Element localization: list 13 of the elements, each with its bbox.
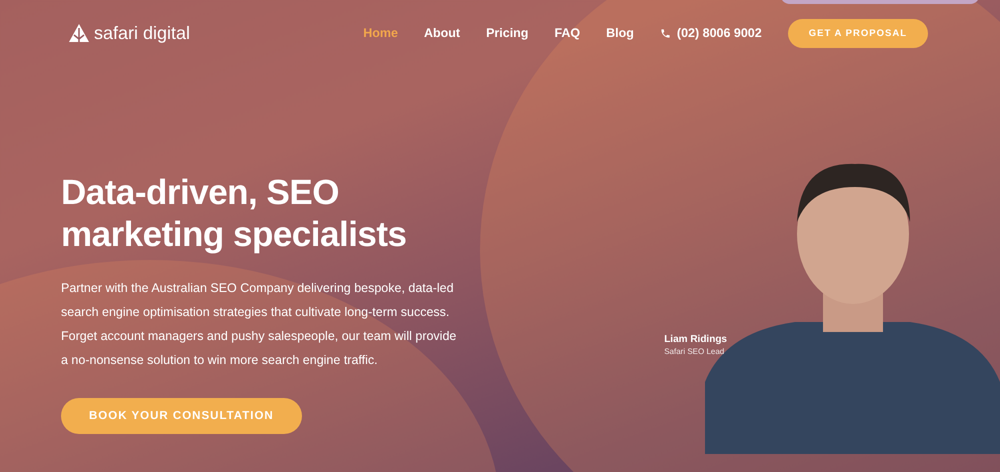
phone-link[interactable]: (02) 8006 9002 (660, 26, 762, 40)
hero-heading: Data-driven, SEO marketing specialists (61, 172, 408, 256)
person-role: Safari SEO Lead (664, 347, 726, 356)
leaf-logo-icon (68, 23, 90, 43)
phone-icon (660, 28, 671, 38)
nav-link[interactable]: FAQ (554, 26, 580, 40)
nav-link[interactable]: Blog (606, 26, 634, 40)
brand-name: safari digital (94, 22, 190, 44)
nav-link[interactable]: About (424, 26, 460, 40)
nav-link[interactable]: Home (363, 26, 398, 40)
hero-description: Partner with the Australian SEO Company delivering bespoke, data-led search engine optimisation strategies that cultivate long-term success. Forget account managers and pushy salespeople, our team will provide a no-nonsense solution to win more search engine traffic. (61, 280, 458, 369)
person-name: Liam Ridings (664, 334, 727, 345)
nav-link[interactable]: Pricing (486, 26, 528, 40)
